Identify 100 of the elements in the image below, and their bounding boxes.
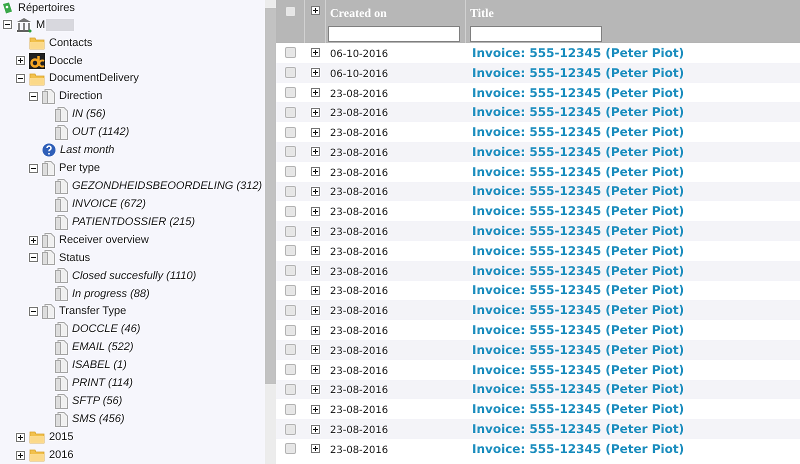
- tree-item[interactable]: ISABEL (1): [72, 357, 127, 374]
- tree-item[interactable]: Doccle: [49, 52, 83, 70]
- checkbox[interactable]: [285, 106, 296, 118]
- expand-icon[interactable]: [311, 246, 320, 256]
- expand-icon[interactable]: [311, 108, 320, 117]
- checkbox[interactable]: [285, 186, 296, 197]
- expand-icon[interactable]: [29, 236, 38, 245]
- expand-icon[interactable]: [311, 88, 320, 97]
- checkbox[interactable]: [285, 86, 296, 98]
- document-icon: [55, 340, 68, 356]
- document-link[interactable]: Invoice: 555-12345 (Peter Piot): [472, 125, 684, 140]
- folder-icon: [29, 448, 45, 462]
- scrollbar[interactable]: [265, 0, 276, 464]
- tree-item[interactable]: IN (56): [72, 106, 106, 123]
- checkbox[interactable]: [285, 284, 296, 296]
- tree-item[interactable]: In progress (88): [72, 286, 150, 302]
- expand-icon[interactable]: [311, 365, 320, 374]
- document-icon: [55, 178, 68, 194]
- collapse-icon[interactable]: [29, 164, 38, 173]
- tree-item[interactable]: EMAIL (522): [72, 339, 134, 356]
- document-link[interactable]: Invoice: 555-12345 (Peter Piot): [472, 86, 684, 100]
- tree-item[interactable]: Last month: [60, 142, 114, 159]
- expand-icon[interactable]: [310, 6, 320, 15]
- checkbox[interactable]: [285, 245, 296, 256]
- document-link[interactable]: Invoice: 555-12345 (Peter Piot): [472, 164, 684, 179]
- tree-item[interactable]: Receiver overview: [59, 232, 149, 248]
- checkbox[interactable]: [285, 443, 296, 454]
- expand-icon[interactable]: [311, 286, 320, 295]
- expand-icon[interactable]: [311, 424, 320, 434]
- filter-field[interactable]: [470, 26, 602, 42]
- document-link[interactable]: Invoice: 555-12345 (Peter Piot): [472, 244, 684, 258]
- tree-item[interactable]: PATIENTDOSSIER (215): [72, 214, 196, 230]
- expand-icon[interactable]: [311, 226, 320, 236]
- expand-icon[interactable]: [311, 68, 320, 78]
- expand-icon[interactable]: [311, 167, 320, 176]
- document-icon: [42, 89, 55, 104]
- document-link[interactable]: Invoice: 555-12345 (Peter Piot): [472, 283, 684, 298]
- tree-item[interactable]: INVOICE (672): [72, 196, 146, 212]
- document-link[interactable]: Invoice: 555-12345 (Peter Piot): [472, 402, 684, 416]
- expand-icon[interactable]: [311, 345, 320, 354]
- expand-icon[interactable]: [311, 384, 320, 394]
- collapse-icon[interactable]: [29, 307, 38, 316]
- checkbox[interactable]: [285, 324, 296, 336]
- tree-item[interactable]: DocumentDelivery: [49, 70, 139, 87]
- document-link[interactable]: Invoice: 555-12345 (Peter Piot): [472, 323, 684, 338]
- document-icon: [55, 268, 68, 284]
- checkbox[interactable]: [285, 424, 296, 435]
- expand-icon[interactable]: [311, 147, 320, 156]
- expand-icon[interactable]: [16, 432, 25, 442]
- checkbox[interactable]: [285, 67, 296, 78]
- checkbox[interactable]: [285, 364, 296, 376]
- expand-icon[interactable]: [311, 404, 320, 414]
- tree-item[interactable]: Contacts: [49, 34, 92, 52]
- expand-icon[interactable]: [311, 48, 320, 58]
- document-link[interactable]: Invoice: 555-12345 (Peter Piot): [472, 362, 684, 377]
- document-link[interactable]: Invoice: 555-12345 (Peter Piot): [472, 204, 684, 218]
- expand-icon[interactable]: [16, 56, 25, 66]
- tree-item[interactable]: Per type: [59, 160, 100, 177]
- expand-icon[interactable]: [311, 326, 320, 335]
- checkbox[interactable]: [285, 226, 296, 237]
- checkbox[interactable]: [285, 384, 296, 395]
- checkbox[interactable]: [285, 126, 296, 138]
- tree-item[interactable]: Transfer Type: [59, 303, 126, 320]
- expand-icon[interactable]: [311, 186, 320, 196]
- tree-item[interactable]: PRINT (114): [72, 375, 133, 392]
- document-link[interactable]: Invoice: 555-12345 (Peter Piot): [472, 442, 684, 456]
- checkbox[interactable]: [285, 344, 296, 356]
- checkbox[interactable]: [285, 206, 296, 217]
- tree-item[interactable]: SFTP (56): [72, 393, 122, 410]
- collapse-icon[interactable]: [29, 253, 38, 262]
- checkbox[interactable]: [285, 265, 296, 276]
- expand-icon[interactable]: [311, 206, 320, 216]
- checkbox[interactable]: [285, 166, 296, 178]
- tree-item[interactable]: Status: [59, 250, 90, 266]
- tree-item[interactable]: 2015: [49, 428, 74, 446]
- tree-item[interactable]: DOCCLE (46): [72, 321, 140, 338]
- collapse-icon[interactable]: [29, 92, 38, 102]
- panel-title: Répertoires: [18, 0, 75, 16]
- tree-item[interactable]: OUT (1142): [72, 124, 130, 141]
- tree-item[interactable]: Direction: [59, 88, 102, 105]
- folder-icon: [29, 72, 45, 86]
- document-link[interactable]: Invoice: 555-12345 (Peter Piot): [472, 46, 684, 60]
- expand-icon[interactable]: [311, 306, 320, 315]
- checkbox[interactable]: [284, 6, 296, 17]
- tree-item[interactable]: SMS (456): [72, 410, 125, 428]
- expand-icon[interactable]: [311, 128, 320, 137]
- filter-field[interactable]: [328, 26, 460, 42]
- checkbox[interactable]: [285, 47, 296, 58]
- tree-item[interactable]: Closed succesfully (1110): [72, 268, 196, 284]
- collapse-icon[interactable]: [16, 74, 25, 84]
- tree-item[interactable]: M: [36, 16, 46, 34]
- checkbox[interactable]: [285, 146, 296, 158]
- checkbox[interactable]: [285, 304, 296, 316]
- expand-icon[interactable]: [16, 450, 25, 460]
- tree-item[interactable]: 2016: [49, 446, 74, 464]
- expand-icon[interactable]: [311, 444, 320, 454]
- tree-item[interactable]: GEZONDHEIDSBEOORDELING (312): [72, 178, 262, 194]
- checkbox[interactable]: [285, 404, 296, 415]
- expand-icon[interactable]: [311, 266, 320, 276]
- collapse-icon[interactable]: [3, 20, 12, 30]
